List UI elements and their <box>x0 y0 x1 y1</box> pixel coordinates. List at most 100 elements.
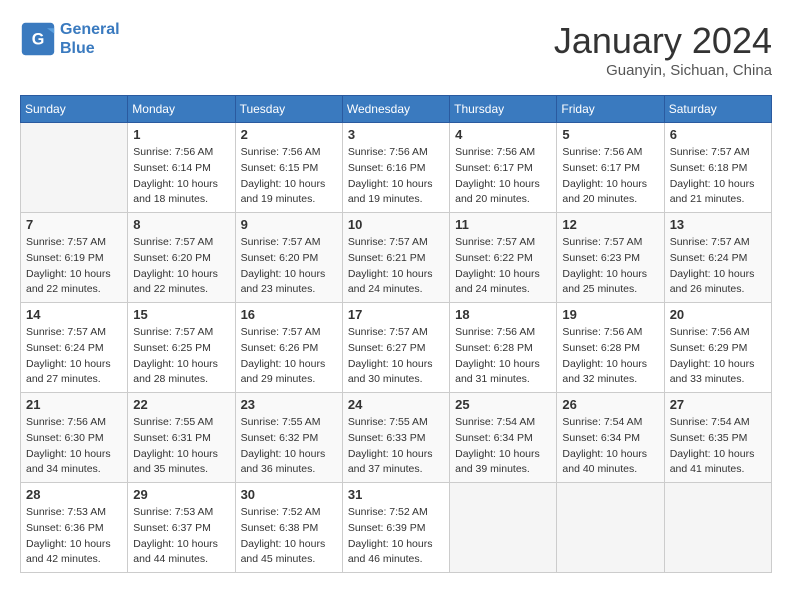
day-cell <box>450 483 557 573</box>
day-cell: 22Sunrise: 7:55 AMSunset: 6:31 PMDayligh… <box>128 393 235 483</box>
day-number: 26 <box>562 397 658 412</box>
week-row-3: 14 Sunrise: 7:57 AMSunset: 6:24 PMDayligh… <box>21 303 772 393</box>
day-number: 16 <box>241 307 337 322</box>
day-cell: 5 Sunrise: 7:56 AMSunset: 6:17 PMDaylight… <box>557 123 664 213</box>
day-info: Sunrise: 7:52 AMSunset: 6:38 PMDaylight:… <box>241 505 337 568</box>
day-info: Sunrise: 7:56 AMSunset: 6:29 PMDaylight:… <box>670 325 766 388</box>
day-number: 28 <box>26 487 122 502</box>
day-cell: 31 Sunrise: 7:52 AMSunset: 6:39 PMDayligh… <box>342 483 449 573</box>
day-cell: 12Sunrise: 7:57 AMSunset: 6:23 PMDayligh… <box>557 213 664 303</box>
day-info: Sunrise: 7:57 AMSunset: 6:20 PMDaylight:… <box>241 235 337 298</box>
day-info: Sunrise: 7:57 AMSunset: 6:21 PMDaylight:… <box>348 235 444 298</box>
day-info: Sunrise: 7:56 AMSunset: 6:15 PMDaylight:… <box>241 145 337 208</box>
day-info: Sunrise: 7:52 AMSunset: 6:39 PMDaylight:… <box>348 505 444 568</box>
day-cell: 20 Sunrise: 7:56 AMSunset: 6:29 PMDayligh… <box>664 303 771 393</box>
day-number: 5 <box>562 127 658 142</box>
day-number: 12 <box>562 217 658 232</box>
logo-text-line2: Blue <box>60 39 120 58</box>
day-number: 20 <box>670 307 766 322</box>
day-info: Sunrise: 7:57 AMSunset: 6:25 PMDaylight:… <box>133 325 229 388</box>
day-info: Sunrise: 7:56 AMSunset: 6:14 PMDaylight:… <box>133 145 229 208</box>
day-number: 19 <box>562 307 658 322</box>
day-number: 7 <box>26 217 122 232</box>
day-number: 21 <box>26 397 122 412</box>
day-info: Sunrise: 7:57 AMSunset: 6:20 PMDaylight:… <box>133 235 229 298</box>
day-info: Sunrise: 7:56 AMSunset: 6:17 PMDaylight:… <box>455 145 551 208</box>
day-cell: 3 Sunrise: 7:56 AMSunset: 6:16 PMDaylight… <box>342 123 449 213</box>
day-cell: 1Sunrise: 7:56 AMSunset: 6:14 PMDaylight… <box>128 123 235 213</box>
day-header-wednesday: Wednesday <box>342 96 449 123</box>
day-cell: 8 Sunrise: 7:57 AMSunset: 6:20 PMDaylight… <box>128 213 235 303</box>
day-number: 15 <box>133 307 229 322</box>
day-info: Sunrise: 7:56 AMSunset: 6:28 PMDaylight:… <box>562 325 658 388</box>
day-cell: 19 Sunrise: 7:56 AMSunset: 6:28 PMDayligh… <box>557 303 664 393</box>
day-info: Sunrise: 7:53 AMSunset: 6:37 PMDaylight:… <box>133 505 229 568</box>
day-info: Sunrise: 7:56 AMSunset: 6:30 PMDaylight:… <box>26 415 122 478</box>
day-cell <box>21 123 128 213</box>
day-number: 13 <box>670 217 766 232</box>
day-info: Sunrise: 7:57 AMSunset: 6:22 PMDaylight:… <box>455 235 551 298</box>
day-number: 14 <box>26 307 122 322</box>
day-cell: 26Sunrise: 7:54 AMSunset: 6:34 PMDayligh… <box>557 393 664 483</box>
day-cell: 15 Sunrise: 7:57 AMSunset: 6:25 PMDayligh… <box>128 303 235 393</box>
day-cell: 11 Sunrise: 7:57 AMSunset: 6:22 PMDayligh… <box>450 213 557 303</box>
week-row-4: 21 Sunrise: 7:56 AMSunset: 6:30 PMDayligh… <box>21 393 772 483</box>
day-cell: 14 Sunrise: 7:57 AMSunset: 6:24 PMDayligh… <box>21 303 128 393</box>
day-cell: 7 Sunrise: 7:57 AMSunset: 6:19 PMDaylight… <box>21 213 128 303</box>
day-number: 18 <box>455 307 551 322</box>
day-header-tuesday: Tuesday <box>235 96 342 123</box>
day-cell: 2 Sunrise: 7:56 AMSunset: 6:15 PMDaylight… <box>235 123 342 213</box>
calendar-table: SundayMondayTuesdayWednesdayThursdayFrid… <box>20 95 772 573</box>
logo-icon: G <box>20 21 56 57</box>
day-number: 27 <box>670 397 766 412</box>
day-info: Sunrise: 7:57 AMSunset: 6:26 PMDaylight:… <box>241 325 337 388</box>
day-cell: 16 Sunrise: 7:57 AMSunset: 6:26 PMDayligh… <box>235 303 342 393</box>
day-cell <box>664 483 771 573</box>
day-cell: 17Sunrise: 7:57 AMSunset: 6:27 PMDayligh… <box>342 303 449 393</box>
day-cell: 9Sunrise: 7:57 AMSunset: 6:20 PMDaylight… <box>235 213 342 303</box>
day-cell: 23 Sunrise: 7:55 AMSunset: 6:32 PMDayligh… <box>235 393 342 483</box>
day-number: 6 <box>670 127 766 142</box>
day-info: Sunrise: 7:57 AMSunset: 6:24 PMDaylight:… <box>26 325 122 388</box>
month-title: January 2024 <box>554 20 772 62</box>
day-number: 30 <box>241 487 337 502</box>
day-number: 23 <box>241 397 337 412</box>
day-cell <box>557 483 664 573</box>
day-number: 29 <box>133 487 229 502</box>
day-number: 4 <box>455 127 551 142</box>
day-info: Sunrise: 7:54 AMSunset: 6:34 PMDaylight:… <box>455 415 551 478</box>
day-info: Sunrise: 7:55 AMSunset: 6:31 PMDaylight:… <box>133 415 229 478</box>
day-info: Sunrise: 7:57 AMSunset: 6:27 PMDaylight:… <box>348 325 444 388</box>
day-info: Sunrise: 7:56 AMSunset: 6:17 PMDaylight:… <box>562 145 658 208</box>
day-cell: 27Sunrise: 7:54 AMSunset: 6:35 PMDayligh… <box>664 393 771 483</box>
day-number: 2 <box>241 127 337 142</box>
title-block: January 2024 Guanyin, Sichuan, China <box>554 20 772 79</box>
day-header-thursday: Thursday <box>450 96 557 123</box>
day-number: 3 <box>348 127 444 142</box>
day-info: Sunrise: 7:57 AMSunset: 6:18 PMDaylight:… <box>670 145 766 208</box>
day-info: Sunrise: 7:56 AMSunset: 6:16 PMDaylight:… <box>348 145 444 208</box>
day-info: Sunrise: 7:55 AMSunset: 6:32 PMDaylight:… <box>241 415 337 478</box>
week-row-1: 1Sunrise: 7:56 AMSunset: 6:14 PMDaylight… <box>21 123 772 213</box>
day-number: 11 <box>455 217 551 232</box>
day-number: 8 <box>133 217 229 232</box>
day-cell: 10 Sunrise: 7:57 AMSunset: 6:21 PMDayligh… <box>342 213 449 303</box>
day-header-sunday: Sunday <box>21 96 128 123</box>
day-cell: 25Sunrise: 7:54 AMSunset: 6:34 PMDayligh… <box>450 393 557 483</box>
week-row-2: 7 Sunrise: 7:57 AMSunset: 6:19 PMDaylight… <box>21 213 772 303</box>
day-info: Sunrise: 7:57 AMSunset: 6:19 PMDaylight:… <box>26 235 122 298</box>
header-row: SundayMondayTuesdayWednesdayThursdayFrid… <box>21 96 772 123</box>
svg-text:G: G <box>32 31 45 49</box>
location-subtitle: Guanyin, Sichuan, China <box>554 62 772 79</box>
day-info: Sunrise: 7:55 AMSunset: 6:33 PMDaylight:… <box>348 415 444 478</box>
day-header-saturday: Saturday <box>664 96 771 123</box>
page-header: G General Blue January 2024 Guanyin, Sic… <box>20 20 772 79</box>
day-number: 24 <box>348 397 444 412</box>
day-number: 10 <box>348 217 444 232</box>
day-cell: 30 Sunrise: 7:52 AMSunset: 6:38 PMDayligh… <box>235 483 342 573</box>
week-row-5: 28Sunrise: 7:53 AMSunset: 6:36 PMDayligh… <box>21 483 772 573</box>
day-number: 31 <box>348 487 444 502</box>
day-cell: 4 Sunrise: 7:56 AMSunset: 6:17 PMDaylight… <box>450 123 557 213</box>
day-header-friday: Friday <box>557 96 664 123</box>
day-info: Sunrise: 7:56 AMSunset: 6:28 PMDaylight:… <box>455 325 551 388</box>
